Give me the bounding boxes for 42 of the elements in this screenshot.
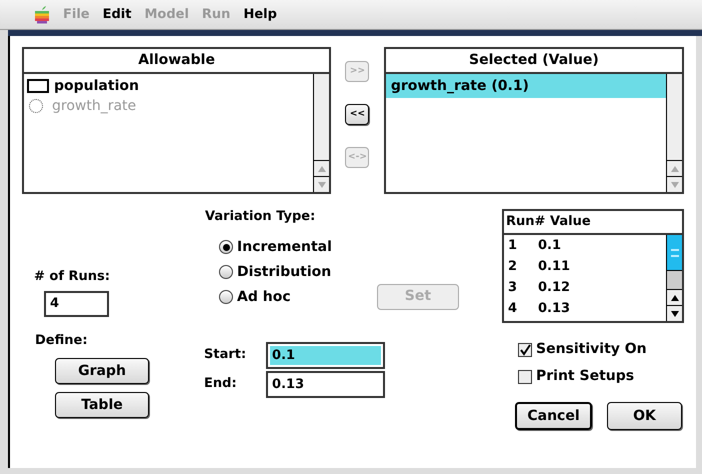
table-cell-text: 0.11 [538, 258, 570, 276]
apple-logo-icon[interactable] [34, 6, 50, 24]
radio-button[interactable] [219, 240, 234, 254]
table-cell-text: 4 [507, 300, 518, 318]
runs-field[interactable]: 4 [44, 290, 109, 316]
table-cell-text: 1 [507, 237, 518, 255]
variation-type-label: Variation Type: [205, 208, 316, 226]
end-field[interactable]: 0.13 [266, 370, 386, 398]
column-header: Value [550, 213, 591, 231]
table-cell-text: 0.1 [538, 237, 562, 255]
end-label: End: [204, 375, 238, 394]
radio-label: Ad hoc [237, 288, 291, 306]
define-button[interactable]: Table [55, 392, 149, 418]
list-item[interactable]: population [54, 76, 139, 96]
scroll-thumb[interactable] [667, 235, 682, 271]
dialog-button[interactable]: Cancel [515, 402, 592, 430]
radio-label: Distribution [237, 262, 332, 282]
start-label: Start: [204, 346, 248, 364]
define-button[interactable]: Graph [55, 358, 149, 384]
table-cell-text: 0.12 [538, 279, 570, 297]
checkbox[interactable] [518, 370, 532, 384]
table-cell-text: 2 [507, 258, 518, 276]
start-field[interactable]: 0.1 [266, 342, 386, 368]
table-cell-text: 0.13 [538, 300, 570, 318]
radio-label: Incremental [237, 238, 332, 256]
transfer-button[interactable]: << [345, 104, 370, 125]
table-cell-text: 3 [507, 279, 518, 297]
column-header: Run# [505, 213, 546, 231]
variable-box-icon [27, 79, 49, 93]
menu-item[interactable]: Help [243, 4, 277, 24]
checkbox-label: Sensitivity On [536, 340, 647, 359]
checkmark-icon [519, 344, 531, 356]
menu-item[interactable]: Edit [102, 4, 132, 24]
runs-label: # of Runs: [34, 268, 111, 286]
list-header: Allowable [24, 49, 330, 74]
radio-button[interactable] [219, 290, 234, 304]
list-item[interactable]: growth_rate (0.1) [386, 74, 666, 98]
dialog-button[interactable]: OK [607, 402, 682, 430]
checkbox[interactable] [518, 342, 532, 356]
checkbox-label: Print Setups [536, 367, 634, 386]
define-label: Define: [35, 332, 89, 350]
radio-button[interactable] [219, 265, 234, 279]
